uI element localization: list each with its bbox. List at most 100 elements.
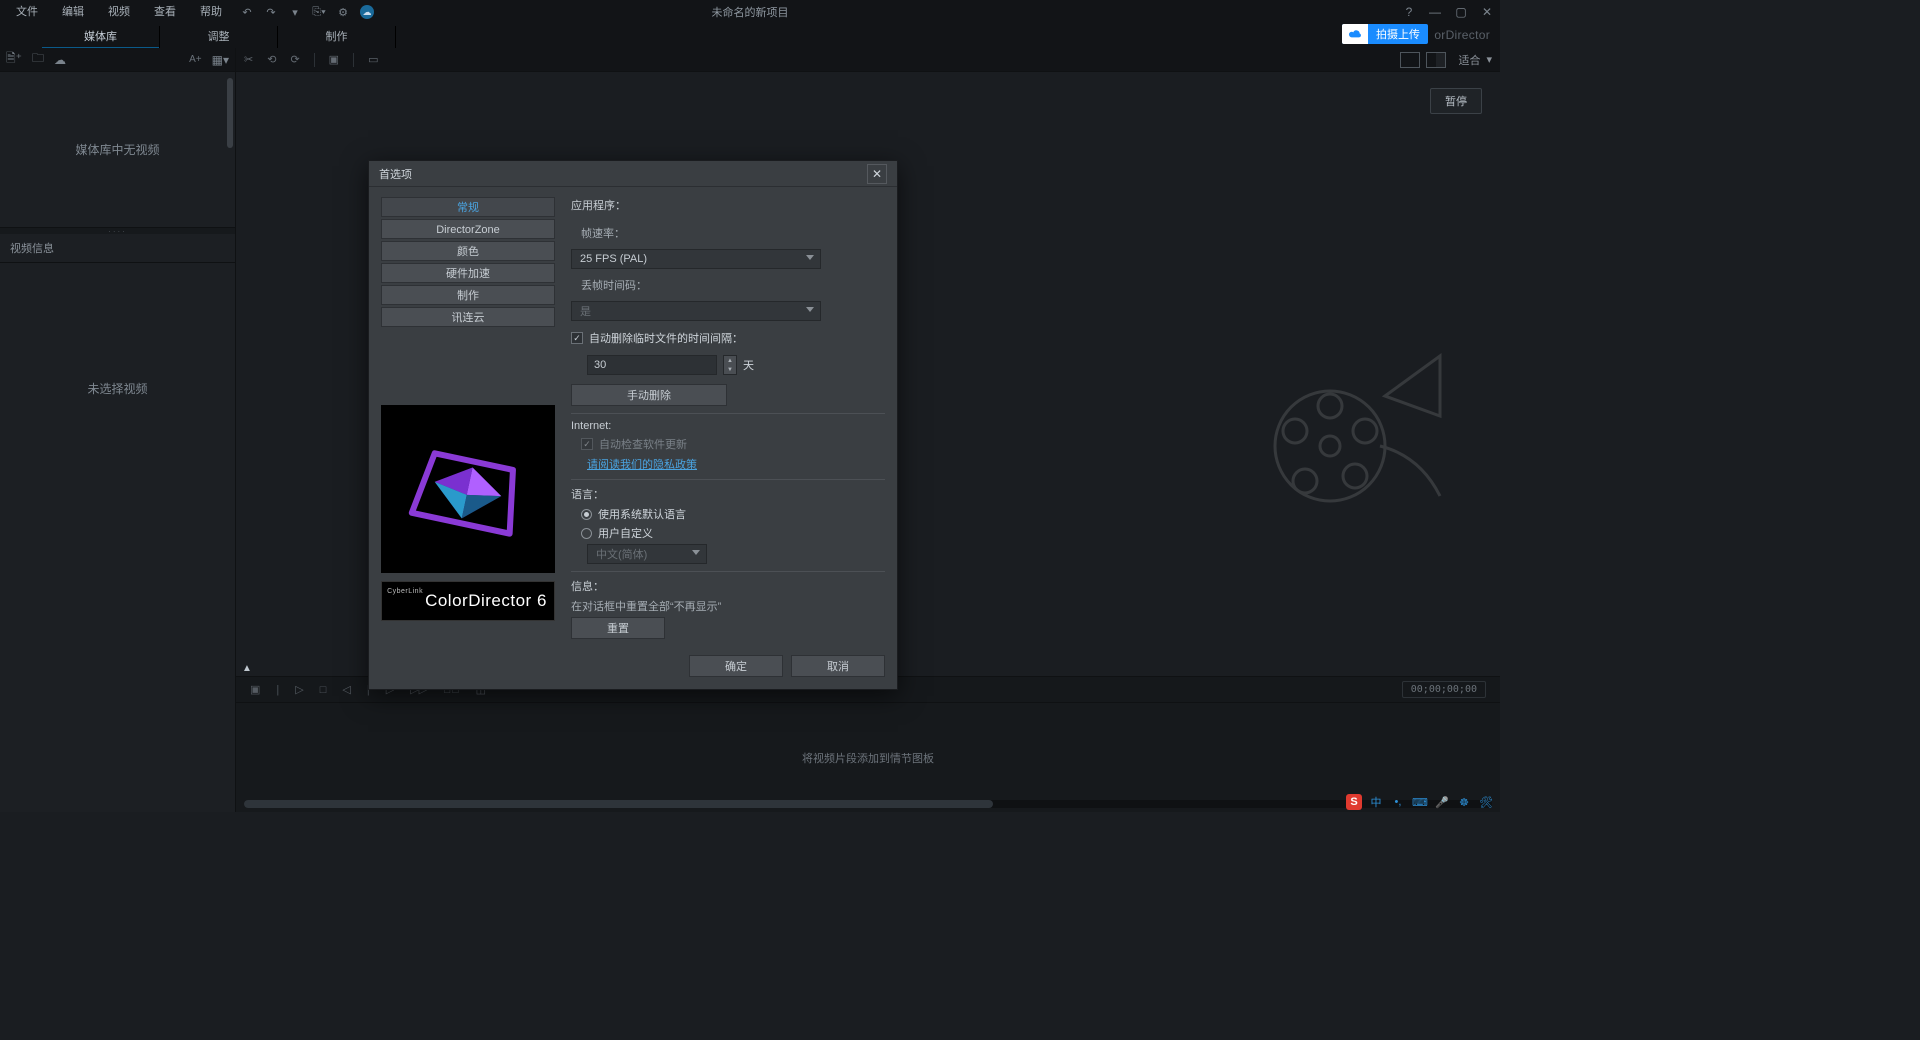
dialog-sidebar: 常规 DirectorZone 颜色 硬件加速 制作 讯连云 [381, 197, 555, 639]
pref-tab-directorzone[interactable]: DirectorZone [381, 219, 555, 239]
days-stepper[interactable]: ▲▼ [723, 355, 737, 375]
prev-frame-icon[interactable]: ◁ [342, 683, 350, 696]
pref-tab-produce[interactable]: 制作 [381, 285, 555, 305]
loop-icon[interactable]: ▣ [250, 683, 260, 696]
dropdown-icon[interactable]: ▾ [288, 5, 302, 19]
info-reset-text: 在对话框中重置全部“不再显示” [571, 598, 885, 614]
auto-delete-checkbox[interactable] [571, 332, 583, 344]
settings-icon[interactable]: ⚙ [336, 5, 350, 19]
lang-section-label: 语言： [571, 486, 885, 502]
dropframe-label: 丢帧时间码： [581, 277, 885, 293]
export-icon[interactable]: ⎘▾ [312, 5, 326, 19]
storyboard-scrollbar[interactable] [244, 800, 1492, 808]
import-folder-icon[interactable]: 🗀 [32, 49, 44, 70]
tab-media[interactable]: 媒体库 [42, 26, 160, 48]
play-icon[interactable]: ▷ [295, 683, 303, 696]
pref-tab-general[interactable]: 常规 [381, 197, 555, 217]
film-reel-bg-icon [1250, 336, 1470, 516]
tray-tool-icon[interactable]: 🛠 [1478, 794, 1494, 810]
reset-button[interactable]: 重置 [571, 617, 665, 639]
cloud-status-icon[interactable]: ☁ [360, 5, 374, 19]
video-info-header: 视频信息 [0, 234, 235, 263]
tool-a-icon[interactable]: ⟲ [267, 53, 276, 66]
info-section-label: 信息： [571, 578, 885, 594]
close-icon[interactable]: ✕ [1478, 5, 1496, 19]
tab-adjust[interactable]: 调整 [160, 26, 278, 48]
upload-button[interactable]: 拍摄上传 [1342, 24, 1428, 44]
days-input[interactable] [587, 355, 717, 375]
dialog-title: 首选项 [379, 166, 412, 182]
left-panel: 🗎⁺ 🗀 ☁ A+ ▦▾ 媒体库中无视频 视频信息 未选择视频 [0, 48, 236, 812]
pref-tab-cloud[interactable]: 讯连云 [381, 307, 555, 327]
chevron-down-icon [806, 307, 814, 312]
dialog-content: 应用程序： 帧速率： 25 FPS (PAL) 丢帧时间码： 是 自动删除临时文… [571, 197, 885, 639]
tab-produce[interactable]: 制作 [278, 26, 396, 48]
undo-icon[interactable]: ↶ [240, 5, 254, 19]
cut-icon[interactable]: ✂ [244, 53, 253, 66]
brand-name: ColorDirector [425, 591, 532, 610]
fit-caret-icon[interactable]: ▾ [1486, 53, 1492, 66]
cancel-button[interactable]: 取消 [791, 655, 885, 677]
media-library-pane: 媒体库中无视频 [0, 72, 235, 228]
tray-punct-icon[interactable]: •, [1390, 794, 1406, 810]
auto-update-label: 自动检查软件更新 [599, 436, 687, 452]
menu-view[interactable]: 查看 [142, 0, 188, 24]
preferences-dialog: 首选项 ✕ 常规 DirectorZone 颜色 硬件加速 制作 讯连云 [368, 160, 898, 690]
redo-icon[interactable]: ↷ [264, 5, 278, 19]
brand-version: 6 [537, 591, 547, 610]
privacy-link[interactable]: 请阅读我们的隐私政策 [587, 459, 697, 471]
stop-icon[interactable]: □ [320, 684, 327, 696]
media-scrollbar[interactable] [227, 78, 233, 148]
step-up-icon[interactable]: ▲ [724, 356, 736, 365]
tray-settings-icon[interactable]: ☸ [1456, 794, 1472, 810]
main-toolbar: ✂ ⟲ ⟳ ▣ ▭ 适合 ▾ [236, 48, 1500, 72]
help-icon[interactable]: ? [1400, 5, 1418, 19]
mode-tab-row: 媒体库 调整 制作 [0, 24, 1500, 48]
single-view-icon[interactable] [1400, 52, 1420, 68]
fit-label[interactable]: 适合 [1458, 52, 1480, 68]
split-view-icon[interactable] [1426, 52, 1446, 68]
menu-file[interactable]: 文件 [4, 0, 50, 24]
storyboard-panel[interactable]: 将视频片段添加到情节图板 [236, 702, 1500, 812]
grid-view-icon[interactable]: ▦▾ [212, 53, 229, 67]
tray-mic-icon[interactable]: 🎤 [1434, 794, 1450, 810]
font-size-label[interactable]: A+ [189, 54, 202, 65]
pref-tab-color[interactable]: 颜色 [381, 241, 555, 261]
menu-help[interactable]: 帮助 [188, 0, 234, 24]
lang-value: 中文(简体) [596, 546, 647, 562]
menu-video[interactable]: 视频 [96, 0, 142, 24]
pref-tab-hardware[interactable]: 硬件加速 [381, 263, 555, 283]
product-logo [381, 405, 555, 573]
step-down-icon[interactable]: ▼ [724, 365, 736, 374]
overlay-icon[interactable]: ▭ [368, 53, 378, 66]
dialog-footer: 确定 取消 [369, 647, 897, 689]
dialog-titlebar[interactable]: 首选项 ✕ [369, 161, 897, 187]
lang-user-radio[interactable] [581, 528, 592, 539]
crop-icon[interactable]: ▣ [329, 53, 339, 66]
minimize-icon[interactable]: — [1426, 5, 1444, 19]
lang-system-label: 使用系统默认语言 [598, 506, 686, 522]
menu-bar: 文件 编辑 视频 查看 帮助 ↶ ↷ ▾ ⎘▾ ⚙ ☁ 未命名的新项目 ? — … [0, 0, 1500, 24]
dialog-close-icon[interactable]: ✕ [867, 164, 887, 184]
tray-keyboard-icon[interactable]: ⌨ [1412, 794, 1428, 810]
tool-b-icon[interactable]: ⟳ [290, 53, 299, 66]
timecode-display[interactable]: 00;00;00;00 [1402, 681, 1486, 698]
sogou-ime-icon[interactable]: S [1346, 794, 1362, 810]
lang-system-radio[interactable] [581, 509, 592, 520]
lang-user-label: 用户自定义 [598, 525, 653, 541]
import-cloud-icon[interactable]: ☁ [54, 53, 66, 67]
chevron-down-icon [806, 255, 814, 260]
maximize-icon[interactable]: ▢ [1452, 5, 1470, 19]
playhead-marker-icon[interactable]: ▲ [242, 663, 252, 674]
fps-select[interactable]: 25 FPS (PAL) [571, 249, 821, 269]
product-brand-box: CyberLinkColorDirector 6 [381, 581, 555, 621]
fps-value: 25 FPS (PAL) [580, 253, 647, 265]
pause-button[interactable]: 暂停 [1430, 88, 1482, 114]
media-empty-text: 媒体库中无视频 [75, 141, 159, 158]
manual-delete-button[interactable]: 手动删除 [571, 384, 727, 406]
ok-button[interactable]: 确定 [689, 655, 783, 677]
ime-lang-icon[interactable]: 中 [1368, 794, 1384, 810]
lang-select: 中文(简体) [587, 544, 707, 564]
import-file-icon[interactable]: 🗎⁺ [6, 49, 22, 70]
menu-edit[interactable]: 编辑 [50, 0, 96, 24]
